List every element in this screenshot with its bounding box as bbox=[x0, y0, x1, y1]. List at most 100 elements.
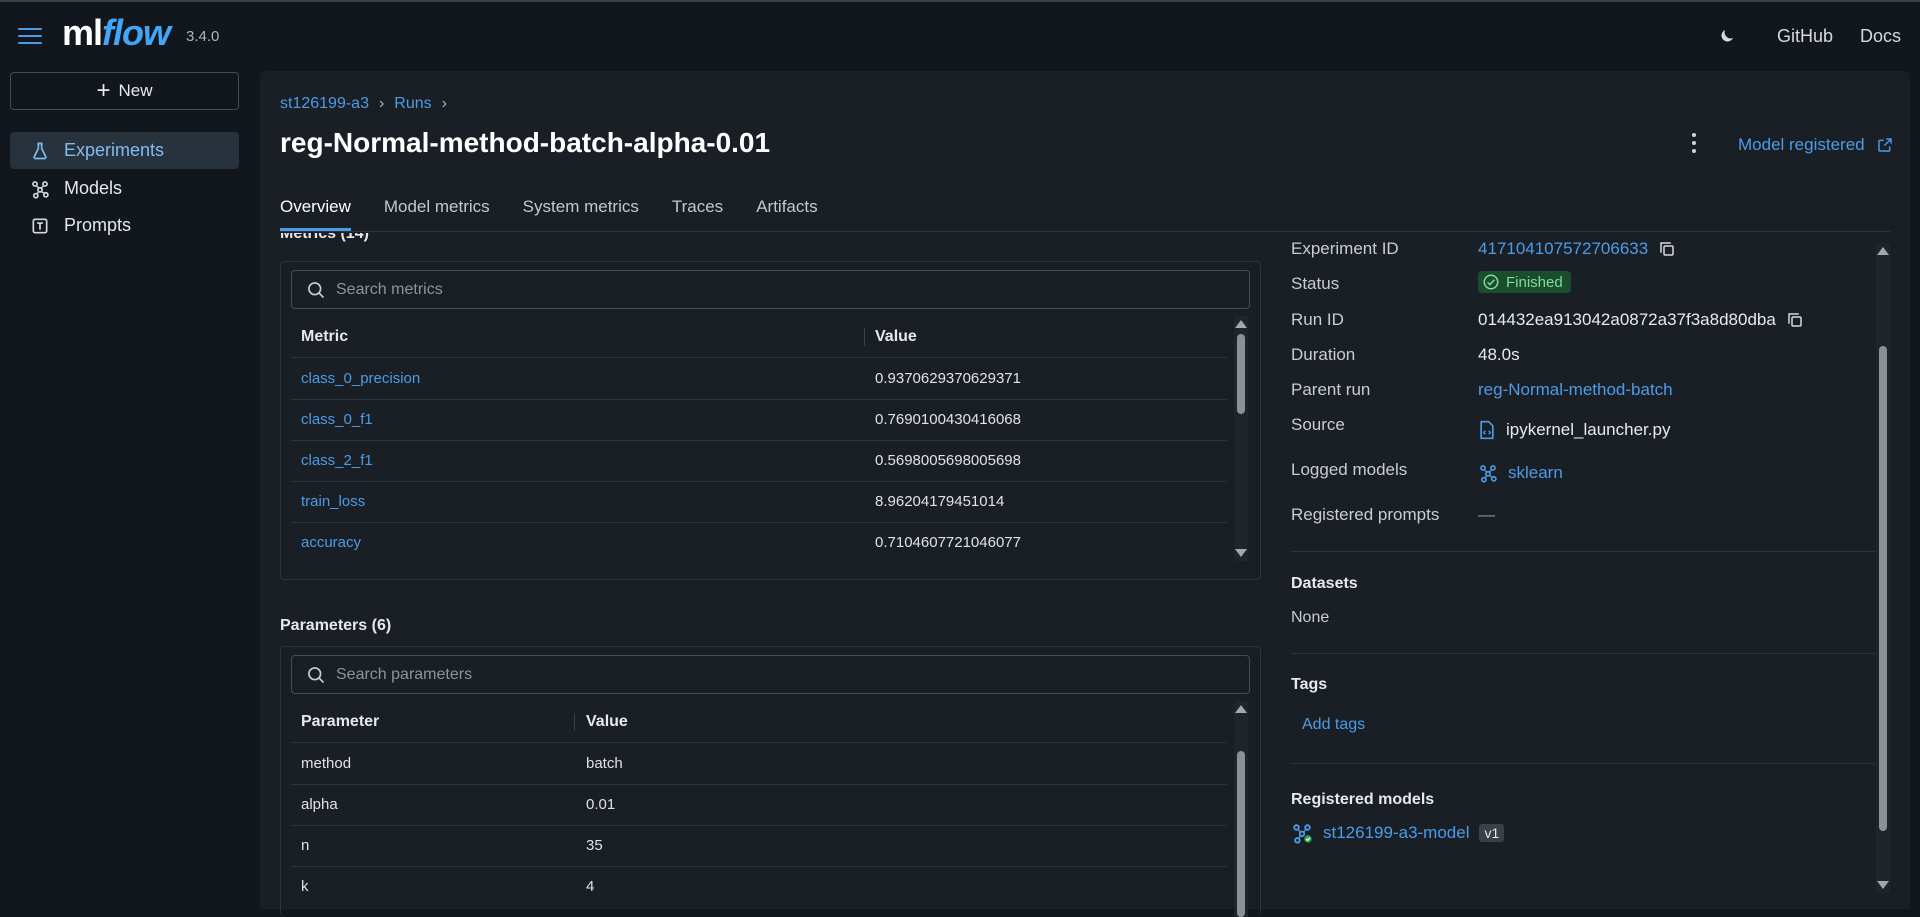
logo-flow-text: flow bbox=[102, 12, 171, 53]
scrollbar-thumb[interactable] bbox=[1237, 334, 1245, 414]
divider bbox=[1291, 763, 1875, 764]
copy-icon[interactable] bbox=[1786, 311, 1804, 329]
parameter-name: method bbox=[301, 755, 352, 772]
divider bbox=[1291, 551, 1875, 552]
parameters-heading: Parameters (6) bbox=[280, 617, 392, 634]
scroll-down-arrow-icon[interactable] bbox=[1877, 881, 1889, 889]
metrics-heading: Metrics (14) bbox=[280, 233, 369, 245]
run-id-label: Run ID bbox=[1291, 310, 1344, 329]
registered-model-link[interactable]: st126199-a3-model bbox=[1323, 823, 1469, 843]
parameter-name: n bbox=[301, 837, 310, 854]
metrics-scrollbar[interactable] bbox=[1234, 316, 1248, 561]
source-label: Source bbox=[1291, 415, 1345, 434]
metrics-search-input[interactable]: Search metrics bbox=[291, 270, 1250, 309]
registered-model-icon bbox=[1293, 824, 1312, 844]
parent-run-link[interactable]: reg-Normal-method-batch bbox=[1478, 380, 1673, 400]
column-header-metric[interactable]: Metric bbox=[301, 328, 348, 346]
table-header-row: Metric Value bbox=[291, 316, 1227, 358]
scroll-up-arrow-icon[interactable] bbox=[1235, 320, 1247, 328]
metrics-table-box: Search metrics Metric Value class_0_prec… bbox=[280, 261, 1261, 580]
parameter-value: 4 bbox=[586, 878, 595, 895]
page-title: reg-Normal-method-batch-alpha-0.01 bbox=[280, 127, 771, 158]
copy-icon[interactable] bbox=[1658, 240, 1676, 258]
parameters-scrollbar[interactable] bbox=[1234, 701, 1248, 917]
breadcrumb-experiment-link[interactable]: st126199-a3 bbox=[280, 95, 369, 113]
prompt-icon bbox=[32, 218, 48, 233]
breadcrumb-runs-link[interactable]: Runs bbox=[394, 95, 431, 113]
tab-overview[interactable]: Overview bbox=[280, 193, 351, 231]
column-divider[interactable] bbox=[574, 713, 575, 731]
parameters-table-box: Search parameters Parameter Value method… bbox=[280, 646, 1261, 917]
sidebar-item-models[interactable]: Models bbox=[10, 170, 239, 207]
datasets-heading: Datasets bbox=[1291, 575, 1358, 592]
experiment-id-value: 417104107572706633 bbox=[1478, 239, 1676, 259]
metrics-heading-text: Metrics (14) bbox=[280, 233, 369, 242]
window-top-border bbox=[0, 0, 1920, 2]
registered-model-item: st126199-a3-model v1 bbox=[1291, 822, 1505, 844]
datasets-value: None bbox=[1291, 609, 1330, 626]
logo-ml-text: ml bbox=[62, 12, 103, 53]
logged-model-link[interactable]: sklearn bbox=[1508, 463, 1563, 483]
table-row: method batch bbox=[291, 743, 1227, 785]
logged-models-label: Logged models bbox=[1291, 460, 1408, 479]
details-scrollbar[interactable] bbox=[1876, 243, 1890, 893]
metric-name-link[interactable]: accuracy bbox=[301, 534, 361, 551]
metric-name-link[interactable]: class_2_f1 bbox=[301, 452, 373, 469]
column-header-value[interactable]: Value bbox=[586, 713, 628, 731]
mlflow-logo[interactable]: mlflow bbox=[62, 12, 171, 54]
tab-system-metrics[interactable]: System metrics bbox=[523, 193, 639, 226]
sidebar-item-label: Models bbox=[64, 178, 123, 198]
registered-prompts-label: Registered prompts bbox=[1291, 505, 1440, 524]
tab-model-metrics[interactable]: Model metrics bbox=[384, 193, 490, 226]
docs-link[interactable]: Docs bbox=[1860, 26, 1901, 47]
column-header-parameter[interactable]: Parameter bbox=[301, 713, 379, 731]
table-row: train_loss 8.96204179451014 bbox=[291, 481, 1227, 523]
tab-artifacts[interactable]: Artifacts bbox=[756, 193, 817, 226]
column-divider[interactable] bbox=[864, 328, 865, 346]
hamburger-menu-icon[interactable] bbox=[18, 28, 42, 48]
models-icon bbox=[32, 180, 49, 199]
model-registered-label: Model registered bbox=[1738, 135, 1865, 154]
run-id-value: 014432ea913042a0872a37f3a8d80dba bbox=[1478, 310, 1804, 330]
metric-name-link[interactable]: train_loss bbox=[301, 493, 365, 510]
metric-value: 0.5698005698005698 bbox=[875, 452, 1021, 469]
parameters-search-input[interactable]: Search parameters bbox=[291, 655, 1250, 694]
experiment-id-link[interactable]: 417104107572706633 bbox=[1478, 239, 1648, 259]
scroll-up-arrow-icon[interactable] bbox=[1877, 247, 1889, 255]
tab-traces[interactable]: Traces bbox=[672, 193, 723, 226]
duration-value: 48.0s bbox=[1478, 345, 1520, 364]
breadcrumb: st126199-a3 › Runs › bbox=[280, 95, 447, 113]
sidebar-item-prompts[interactable]: Prompts bbox=[10, 207, 239, 244]
status-label: Status bbox=[1291, 274, 1340, 293]
models-icon bbox=[1480, 465, 1497, 483]
scroll-up-arrow-icon[interactable] bbox=[1235, 705, 1247, 713]
table-row: alpha 0.01 bbox=[291, 784, 1227, 826]
scrollbar-thumb[interactable] bbox=[1237, 751, 1245, 917]
version-label: 3.4.0 bbox=[186, 28, 220, 45]
source-value: ipykernel_launcher.py bbox=[1478, 420, 1670, 440]
table-row: class_0_f1 0.7690100430416068 bbox=[291, 399, 1227, 441]
column-header-value[interactable]: Value bbox=[875, 328, 917, 346]
metrics-search-placeholder: Search metrics bbox=[336, 280, 443, 298]
breadcrumb-separator: › bbox=[441, 95, 447, 112]
github-link[interactable]: GitHub bbox=[1777, 26, 1833, 47]
scrollbar-thumb[interactable] bbox=[1879, 346, 1887, 831]
logged-models-value: sklearn bbox=[1478, 463, 1563, 483]
add-tags-button[interactable]: Add tags bbox=[1302, 716, 1365, 734]
source-filename: ipykernel_launcher.py bbox=[1506, 420, 1671, 439]
sidebar-item-experiments[interactable]: Experiments bbox=[10, 132, 239, 169]
search-icon bbox=[308, 281, 325, 298]
tags-heading: Tags bbox=[1291, 676, 1328, 693]
metric-value: 0.7104607721046077 bbox=[875, 534, 1021, 551]
dark-mode-toggle-icon[interactable] bbox=[1718, 27, 1736, 50]
metric-name-link[interactable]: class_0_precision bbox=[301, 370, 420, 387]
model-registered-link[interactable]: Model registered bbox=[1738, 135, 1893, 155]
registered-prompts-value: — bbox=[1478, 505, 1495, 524]
run-id-text: 014432ea913042a0872a37f3a8d80dba bbox=[1478, 310, 1776, 329]
new-button[interactable]: + New bbox=[10, 72, 239, 110]
more-options-icon[interactable] bbox=[1692, 133, 1698, 157]
table-row: class_0_precision 0.9370629370629371 bbox=[291, 358, 1227, 400]
table-header-row: Parameter Value bbox=[291, 701, 1227, 743]
scroll-down-arrow-icon[interactable] bbox=[1235, 549, 1247, 557]
metric-name-link[interactable]: class_0_f1 bbox=[301, 411, 373, 428]
